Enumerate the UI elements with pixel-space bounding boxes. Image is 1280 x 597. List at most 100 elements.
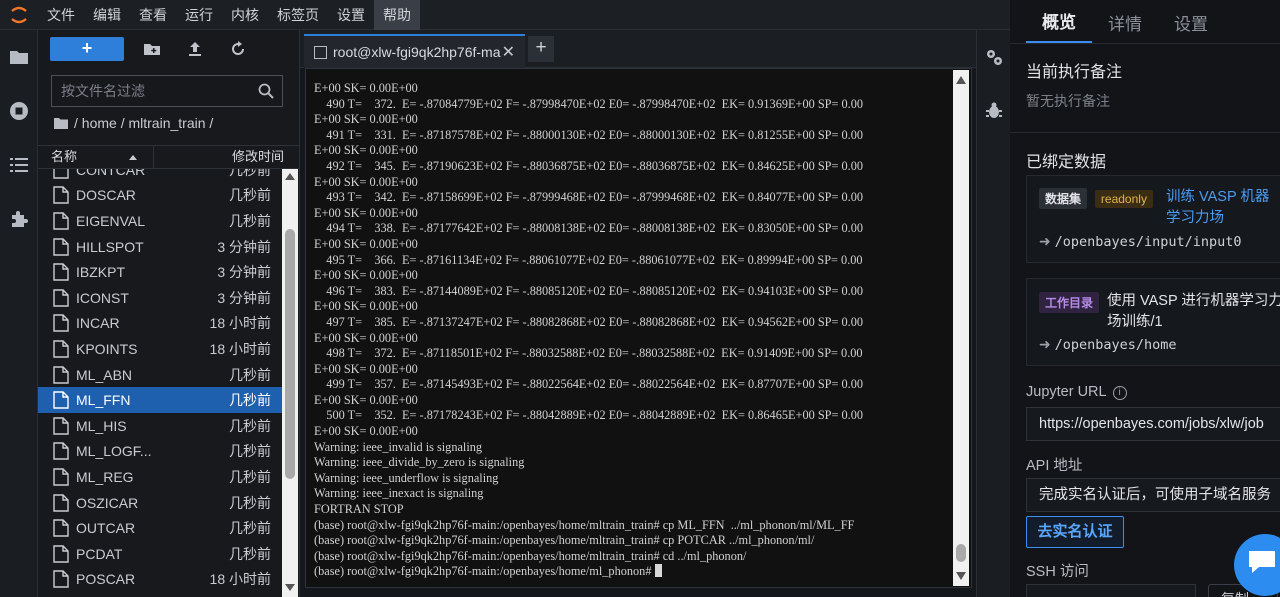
add-tab-button[interactable]: +: [528, 36, 554, 62]
file-browser-toolbar: +: [38, 30, 299, 68]
file-row[interactable]: ML_HIS 几秒前: [38, 413, 282, 439]
terminal-line: E+00 SK= 0.00E+00: [314, 175, 956, 191]
file-modified: 几秒前: [229, 366, 271, 383]
jupyter-logo-icon: [0, 0, 38, 30]
file-row[interactable]: POSCAR 18 小时前: [38, 567, 282, 593]
verify-identity-button[interactable]: 去实名认证: [1026, 516, 1124, 548]
terminal-line: 494 T= 338. E= -.87177642E+02 F= -.88008…: [314, 221, 956, 237]
file-name: OUTCAR: [76, 520, 136, 537]
terminal-cursor: [654, 564, 662, 578]
terminal-line-text: E+00 SK= 0.00E+00: [314, 330, 418, 345]
file-browser-panel: + / home / mltrain_train / 名称 修改时间 CONTC…: [38, 30, 300, 597]
scroll-down-arrow-icon[interactable]: [956, 572, 966, 580]
terminal-line-text: FORTRAN STOP: [314, 502, 404, 517]
jupyter-url-field[interactable]: https://openbayes.com/jobs/xlw/job: [1026, 407, 1280, 441]
file-row[interactable]: ML_LOGF... 几秒前: [38, 439, 282, 465]
menu-item[interactable]: 查看: [130, 0, 176, 30]
sort-ascending-icon: [129, 155, 137, 160]
file-row[interactable]: CONTCAR 几秒前: [38, 169, 282, 183]
breadcrumb-path[interactable]: / home / mltrain_train /: [74, 115, 213, 131]
file-modified: 3 分钟前: [217, 238, 271, 255]
terminal-line: E+00 SK= 0.00E+00: [314, 112, 956, 128]
terminal-line: E+00 SK= 0.00E+00: [314, 237, 956, 253]
file-name: ICONST: [76, 289, 129, 306]
file-row[interactable]: HILLSPOT 3 分钟前: [38, 234, 282, 260]
scrollbar-thumb[interactable]: [285, 229, 295, 479]
file-list-scrollbar[interactable]: [282, 169, 298, 597]
file-icon: [53, 493, 69, 512]
extensions-puzzle-icon[interactable]: [0, 192, 38, 246]
menu-item[interactable]: 文件: [38, 0, 84, 30]
file-icon: [53, 391, 69, 409]
terminal-line: E+00 SK= 0.00E+00: [314, 393, 956, 409]
info-icon[interactable]: i: [1112, 386, 1127, 400]
file-name: EIGENVAL: [76, 212, 145, 229]
scrollbar-thumb[interactable]: [956, 544, 966, 562]
new-folder-icon[interactable]: [137, 37, 167, 61]
workdir-mount-path: /openbayes/home: [1054, 337, 1177, 353]
terminal-output[interactable]: E+00 SK= 0.00E+00 490 T= 372. E= -.87084…: [305, 68, 972, 588]
terminal-line-text: E+00 SK= 0.00E+00: [314, 81, 418, 95]
scroll-down-arrow-icon[interactable]: [285, 584, 295, 591]
scroll-up-arrow-icon[interactable]: [285, 173, 295, 180]
new-launcher-button[interactable]: +: [50, 37, 124, 61]
panel-tab[interactable]: 设置: [1158, 10, 1224, 43]
terminal-line-text: 494 T= 338. E= -.87177642E+02 F= -.88008…: [314, 221, 864, 236]
scroll-up-arrow-icon[interactable]: [956, 76, 966, 84]
panel-tab[interactable]: 详情: [1092, 10, 1158, 43]
file-row[interactable]: IBZKPT 3 分钟前: [38, 259, 282, 285]
file-icon: [53, 169, 69, 179]
dataset-link[interactable]: 训练 VASP 机器 学习力场: [1166, 187, 1269, 229]
menu-item[interactable]: 标签页: [268, 0, 328, 30]
file-modified: 几秒前: [229, 392, 271, 409]
terminal-line-text: E+00 SK= 0.00E+00: [314, 361, 418, 376]
file-row[interactable]: PCDAT 几秒前: [38, 541, 282, 567]
modified-column-header[interactable]: 修改时间: [154, 146, 300, 168]
menu-item[interactable]: 内核: [222, 0, 268, 30]
workdir-name[interactable]: 使用 VASP 进行机器学习力 场训练/1: [1107, 291, 1280, 333]
name-column-label: 名称: [51, 149, 78, 164]
terminal-line-text: Warning: ieee_divide_by_zero is signalin…: [314, 455, 525, 470]
file-row[interactable]: OSZICAR 几秒前: [38, 490, 282, 516]
menu-item[interactable]: 设置: [328, 0, 374, 30]
job-info-panel: 概览 详情 设置 当前执行备注 暂无执行备注 已绑定数据 数据集 readonly …: [1010, 0, 1280, 597]
ssh-command-field[interactable]: [1026, 584, 1196, 597]
terminal-line-text: (base) root@xlw-fgi9qk2hp76f-main:/openb…: [314, 517, 855, 532]
menu-item[interactable]: 编辑: [84, 0, 130, 30]
file-icon: [53, 570, 69, 588]
folder-icon[interactable]: [0, 30, 38, 84]
file-row[interactable]: ML_FFN 几秒前: [38, 387, 282, 413]
name-column-header[interactable]: 名称: [38, 146, 154, 168]
close-tab-icon[interactable]: ✕: [502, 42, 515, 62]
menu-item[interactable]: 帮助: [374, 0, 420, 30]
terminal-line-text: Warning: ieee_invalid is signaling: [314, 439, 483, 454]
debugger-bug-icon[interactable]: [977, 84, 1011, 138]
refresh-icon[interactable]: [223, 37, 253, 61]
terminal-line-text: E+00 SK= 0.00E+00: [314, 424, 418, 439]
file-modified: 几秒前: [229, 417, 271, 434]
file-row[interactable]: ML_REG 几秒前: [38, 464, 282, 490]
property-inspector-gears-icon[interactable]: [977, 30, 1011, 84]
file-row[interactable]: EIGENVAL 几秒前: [38, 208, 282, 234]
table-of-contents-icon[interactable]: [0, 138, 38, 192]
terminal-line-text: E+00 SK= 0.00E+00: [314, 268, 418, 283]
menu-item[interactable]: 运行: [176, 0, 222, 30]
terminal-scrollbar[interactable]: [953, 70, 969, 586]
dataset-tag: 数据集: [1039, 188, 1088, 209]
file-row[interactable]: INCAR 18 小时前: [38, 311, 282, 337]
folder-icon[interactable]: [54, 117, 68, 129]
file-row[interactable]: ICONST 3 分钟前: [38, 285, 282, 311]
file-modified: 几秒前: [229, 520, 271, 537]
panel-tab[interactable]: 概览: [1026, 8, 1092, 43]
terminal-tab[interactable]: root@xlw-fgi9qk2hp76f-main ✕: [304, 34, 525, 68]
file-row[interactable]: KPOINTS 18 小时前: [38, 336, 282, 362]
upload-icon[interactable]: [180, 37, 210, 61]
dataset-card: 数据集 readonly 训练 VASP 机器 学习力场 ➜ /openbaye…: [1026, 175, 1280, 263]
file-row[interactable]: ML_ABN 几秒前: [38, 362, 282, 388]
running-kernels-icon[interactable]: [0, 84, 38, 138]
file-filter-input[interactable]: [52, 83, 252, 99]
file-list: CONTCAR 几秒前 DOSCAR 几秒前 EIGENVAL 几秒前 HILLSPOT 3 …: [38, 169, 282, 597]
file-row[interactable]: OUTCAR 几秒前: [38, 515, 282, 541]
file-modified: 18 小时前: [209, 571, 271, 588]
file-row[interactable]: DOSCAR 几秒前: [38, 183, 282, 209]
